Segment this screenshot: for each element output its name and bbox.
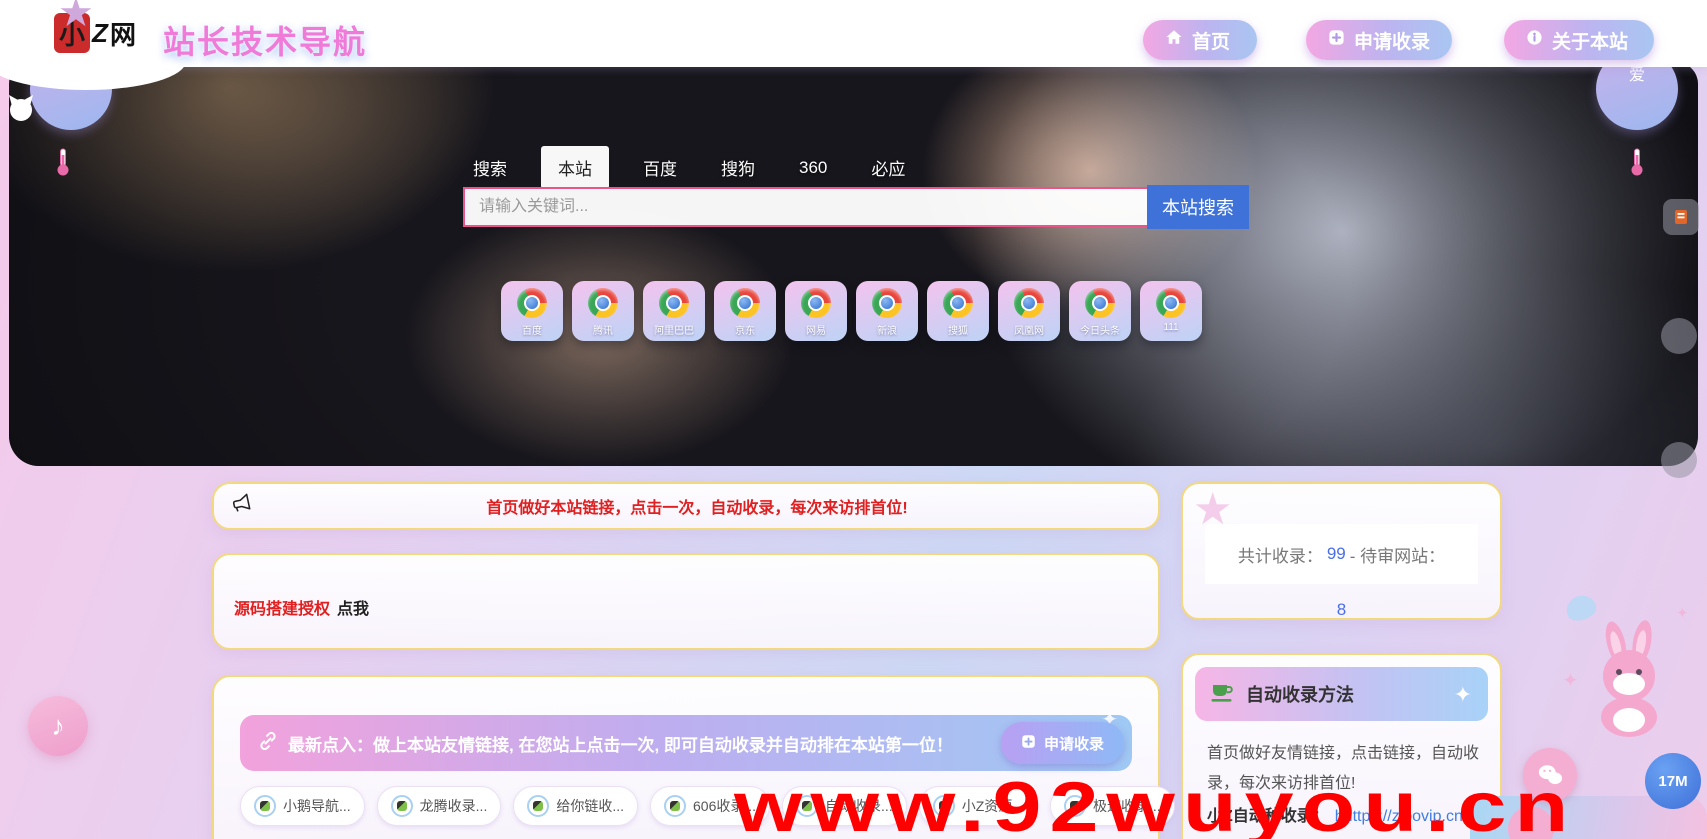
license-card: 源码搭建授权点我 — [212, 553, 1160, 650]
sparkle-icon: ✦ — [1562, 668, 1579, 693]
favicon-icon — [664, 795, 686, 817]
license-action-link[interactable]: 点我 — [337, 601, 369, 618]
tile-ifeng[interactable]: 凤凰网 — [998, 281, 1060, 341]
chrome-icon — [943, 288, 973, 318]
search-button[interactable]: 本站搜索 — [1147, 185, 1249, 229]
nav-home-label: 首页 — [1192, 27, 1230, 54]
tile-sina[interactable]: 新浪 — [856, 281, 918, 341]
sparkle-icon: ✦ — [1454, 682, 1472, 708]
latest-entries-bar: 最新点入：做上本站友情链接, 在您站上点击一次, 即可自动收录并自动排在本站第一… — [240, 715, 1132, 771]
favicon-icon — [391, 795, 413, 817]
favicon-icon — [527, 795, 549, 817]
link-icon — [258, 731, 278, 756]
announcement-text: 首页做好本站链接，点击一次，自动收录，每次来访排首位! — [252, 494, 1142, 518]
rabbit-mascot — [1586, 618, 1676, 745]
stats-total-label: 共计收录： — [1238, 542, 1323, 567]
nav-apply-label: 申请收录 — [1354, 27, 1430, 54]
stats-pending-label: - 待审网站： — [1350, 542, 1445, 567]
tile-sohu[interactable]: 搜狐 — [927, 281, 989, 341]
nav-about-label: 关于本站 — [1552, 27, 1628, 54]
apply-include-button[interactable]: 申请收录 — [1001, 722, 1124, 764]
stats-line: 共计收录： 99 - 待审网站： — [1205, 524, 1478, 584]
home-icon — [1165, 28, 1183, 52]
page-title: 站长技术导航 — [163, 17, 367, 63]
chrome-icon — [801, 288, 831, 318]
search-engine-tabs: 搜索 本站 百度 搜狗 360 必应 — [463, 146, 915, 189]
thermometer-icon — [1630, 148, 1644, 181]
tab-this-site[interactable]: 本站 — [541, 146, 609, 189]
logo-z: Z — [92, 18, 108, 49]
apply-include-label: 申请收录 — [1044, 733, 1104, 754]
top-icon — [1673, 209, 1689, 225]
music-note-button[interactable]: ♪ — [28, 696, 88, 756]
chrome-icon — [730, 288, 760, 318]
tile-netease[interactable]: 网易 — [785, 281, 847, 341]
site-link-item[interactable]: 给你链收... — [513, 786, 638, 826]
plus-icon — [1328, 29, 1345, 52]
nav-home-button[interactable]: 首页 — [1143, 20, 1257, 60]
tile-baidu[interactable]: 百度 — [501, 281, 563, 341]
tile-alibaba[interactable]: 阿里巴巴 — [643, 281, 705, 341]
logo-suffix: 网 — [110, 15, 136, 52]
stats-total-value: 99 — [1327, 544, 1346, 564]
chrome-icon — [1156, 288, 1186, 318]
watermark: www.92wuyou.cn — [734, 772, 1576, 839]
page: 小 Z 网 站长技术导航 首页 申请收录 关于本站 萌 爱 ★ 搜索 本站 百度… — [0, 0, 1707, 839]
tab-360[interactable]: 360 — [789, 151, 837, 185]
site-link-item[interactable]: 龙腾收录... — [377, 786, 502, 826]
megaphone-icon — [230, 493, 252, 520]
floating-button[interactable] — [1661, 318, 1697, 354]
chrome-icon — [588, 288, 618, 318]
site-link-item[interactable]: 小鹅导航... — [240, 786, 365, 826]
stats-card: ★ 共计收录： 99 - 待审网站： 8 — [1181, 482, 1502, 620]
tab-bing[interactable]: 必应 — [861, 148, 915, 187]
method-card-title: 自动收录方法 — [1246, 681, 1354, 707]
back-to-top-button[interactable] — [1663, 199, 1699, 235]
thermometer-icon — [56, 148, 70, 181]
tab-search-label[interactable]: 搜索 — [463, 148, 517, 187]
floating-button[interactable] — [1661, 442, 1697, 478]
favicon-icon — [254, 795, 276, 817]
chrome-icon — [659, 288, 689, 318]
tile-111[interactable]: 111 — [1140, 281, 1202, 341]
stats-pending-value: 8 — [1183, 600, 1500, 620]
chrome-icon — [1014, 288, 1044, 318]
license-highlight: 源码搭建授权 — [234, 601, 330, 618]
latest-entries-text: 最新点入：做上本站友情链接, 在您站上点击一次, 即可自动收录并自动排在本站第一… — [288, 731, 953, 756]
tile-jd[interactable]: 京东 — [714, 281, 776, 341]
cat-icon — [6, 92, 36, 129]
tab-baidu[interactable]: 百度 — [633, 148, 687, 187]
method-card-header: 自动收录方法 ✦ — [1195, 667, 1488, 721]
chrome-icon — [517, 288, 547, 318]
chrome-icon — [872, 288, 902, 318]
tile-toutiao[interactable]: 今日头条 — [1069, 281, 1131, 341]
site-logo[interactable]: 小 Z 网 — [36, 7, 154, 59]
announcement-card: 首页做好本站链接，点击一次，自动收录，每次来访排首位! — [212, 482, 1160, 530]
nav-apply-button[interactable]: 申请收录 — [1306, 20, 1452, 60]
tab-sogou[interactable]: 搜狗 — [711, 148, 765, 187]
star-icon: ★ — [58, 0, 94, 36]
sparkle-icon: ✦ — [1676, 604, 1689, 622]
info-icon — [1526, 29, 1543, 52]
search-input[interactable] — [463, 187, 1147, 227]
coffee-cup-icon — [1211, 680, 1235, 708]
plus-icon — [1021, 734, 1036, 753]
tile-tencent[interactable]: 腾讯 — [572, 281, 634, 341]
hero-banner-image — [9, 62, 1698, 466]
quick-link-tiles: 百度 腾讯 阿里巴巴 京东 网易 新浪 搜狐 凤凰网 今日头条 111 — [501, 281, 1202, 341]
nav-about-button[interactable]: 关于本站 — [1504, 20, 1654, 60]
chrome-icon — [1085, 288, 1115, 318]
badge-17m[interactable]: 17M — [1645, 753, 1701, 809]
